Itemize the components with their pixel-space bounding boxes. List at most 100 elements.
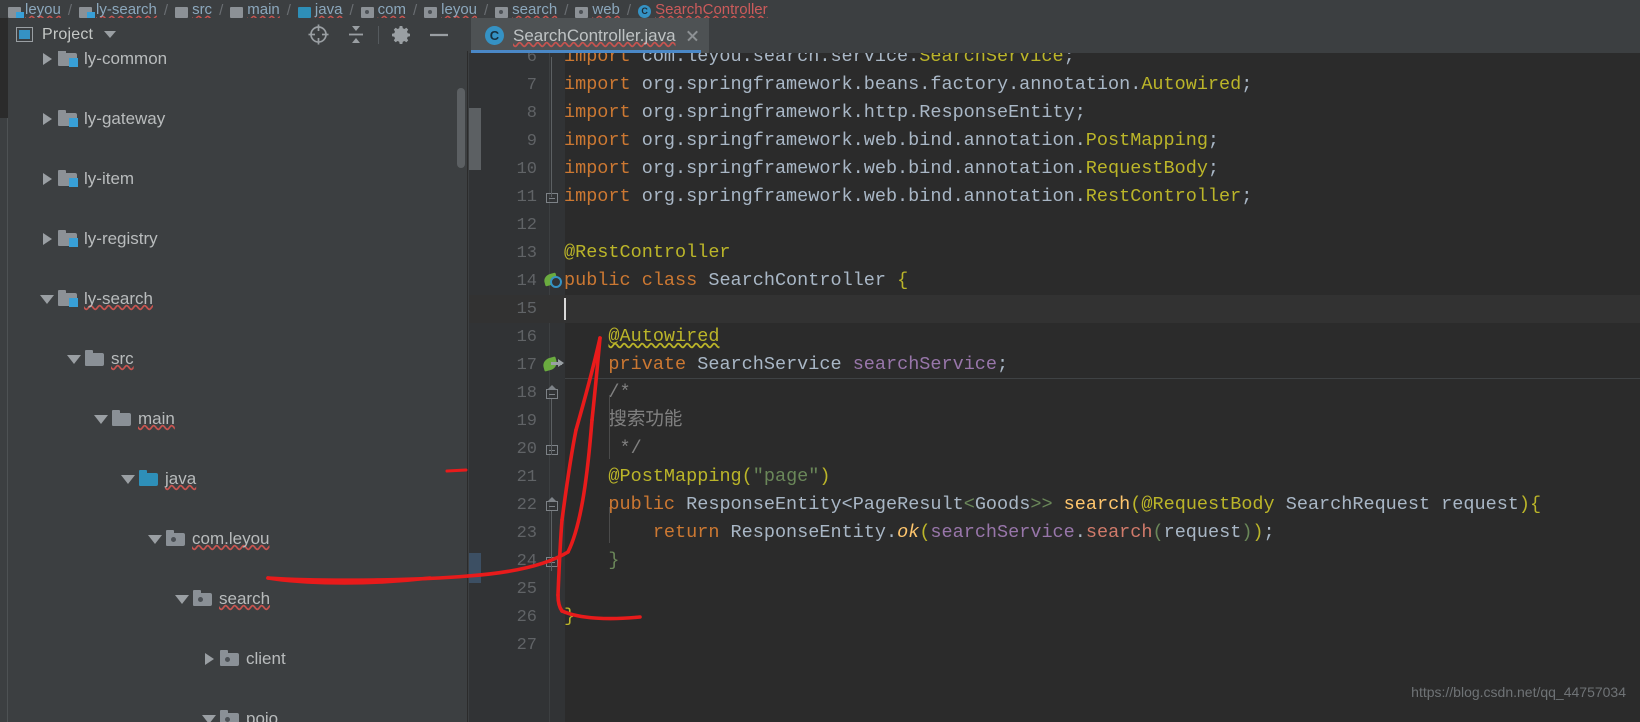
breadcrumb-separator: / xyxy=(626,2,632,18)
tree-node-ly-search[interactable]: ly-search xyxy=(0,283,468,313)
chevron-down-icon[interactable] xyxy=(104,31,117,38)
tree-node-ly-gateway[interactable]: ly-gateway xyxy=(0,103,468,133)
code-line[interactable]: 27 xyxy=(469,631,1640,659)
breadcrumb-separator: / xyxy=(286,2,291,18)
chevron-right-icon[interactable] xyxy=(39,231,54,246)
breadcrumb-item-ly-search[interactable]: ly-search xyxy=(79,0,157,18)
fold-region-line xyxy=(551,57,552,197)
code-line[interactable]: 10 import org.springframework.web.bind.an… xyxy=(469,155,1640,183)
crosshair-target-icon[interactable] xyxy=(299,18,337,51)
tree-node-main[interactable]: main xyxy=(0,403,468,433)
code-line[interactable]: 11 import org.springframework.web.bind.an… xyxy=(469,183,1640,211)
tree-node-src[interactable]: src xyxy=(0,343,468,373)
tree-node-client[interactable]: client xyxy=(0,643,468,673)
project-panel-header: Project xyxy=(0,18,468,51)
text-caret xyxy=(564,298,566,320)
breadcrumb-item-label: leyou xyxy=(441,1,477,18)
project-icon xyxy=(16,27,33,42)
code-line[interactable]: 15 xyxy=(469,295,1640,323)
fold-marker[interactable] xyxy=(544,441,560,457)
close-icon[interactable] xyxy=(685,29,699,43)
breadcrumb-item-web[interactable]: web xyxy=(575,0,620,18)
tree-node-search[interactable]: search xyxy=(0,583,468,613)
autowire-icon[interactable] xyxy=(541,355,564,375)
project-tree-scrollbar[interactable] xyxy=(457,88,465,168)
code-line[interactable]: 26} xyxy=(469,603,1640,631)
chevron-down-icon[interactable] xyxy=(93,411,108,426)
code-line[interactable]: 23 return ResponseEntity.ok(searchServic… xyxy=(469,519,1640,547)
tree-node-pojo[interactable]: pojo xyxy=(0,703,468,722)
breadcrumb-item-search[interactable]: search xyxy=(495,0,557,18)
code-line[interactable]: 22 public ResponseEntity<PageResult<Good… xyxy=(469,491,1640,519)
code-line[interactable]: 14 public class SearchController { xyxy=(469,267,1640,295)
code-line[interactable]: 8 import org.springframework.http.Respons… xyxy=(469,99,1640,127)
line-number: 20 xyxy=(516,439,537,459)
chevron-right-icon[interactable] xyxy=(39,171,54,186)
code-text: import org.springframework.web.bind.anno… xyxy=(564,130,1220,151)
code-line[interactable]: 24 } xyxy=(469,547,1640,575)
code-line[interactable]: 7 import org.springframework.beans.factor… xyxy=(469,71,1640,99)
indent-guide xyxy=(608,395,610,459)
code-text: @Autowired xyxy=(608,326,720,347)
chevron-down-icon[interactable] xyxy=(174,591,189,606)
breadcrumb-item-com[interactable]: com xyxy=(360,0,406,18)
code-line[interactable]: 6 import com.leyou.search.service.SearchS… xyxy=(469,53,1640,71)
breadcrumb-item-leyou[interactable]: leyou xyxy=(424,0,477,18)
toolbar-divider xyxy=(378,25,379,44)
code-line[interactable]: 19 搜索功能 xyxy=(469,407,1640,435)
line-number: 8 xyxy=(526,103,537,123)
tree-node-com-leyou[interactable]: com.leyou xyxy=(0,523,468,553)
collapse-all-icon[interactable] xyxy=(337,18,375,51)
code-line[interactable]: 17 private SearchService searchService; xyxy=(469,351,1640,379)
minimize-icon[interactable] xyxy=(420,18,458,51)
breadcrumb-item-java[interactable]: java xyxy=(297,0,342,18)
fold-marker[interactable] xyxy=(544,385,560,401)
fold-marker[interactable] xyxy=(544,189,560,205)
project-tree[interactable]: ly-common ly-gateway ly-item ly-registry ly-… xyxy=(0,51,468,722)
chevron-down-icon[interactable] xyxy=(39,291,54,306)
code-line[interactable]: 12 xyxy=(469,211,1640,239)
breadcrumb-item-src[interactable]: src xyxy=(175,0,212,18)
chevron-right-icon[interactable] xyxy=(201,651,216,666)
code-line[interactable]: 21 @PostMapping("page") xyxy=(469,463,1640,491)
fold-marker[interactable] xyxy=(544,497,560,513)
code-text: import org.springframework.web.bind.anno… xyxy=(564,158,1220,179)
breadcrumb-item-label: ly-search xyxy=(96,1,157,18)
tree-node-ly-item[interactable]: ly-item xyxy=(0,163,468,193)
tree-node-ly-registry[interactable]: ly-registry xyxy=(0,223,468,253)
code-line[interactable]: 20 */ xyxy=(469,435,1640,463)
chevron-down-icon[interactable] xyxy=(120,471,135,486)
tree-node-java[interactable]: java xyxy=(0,463,468,493)
gear-icon[interactable] xyxy=(382,18,420,51)
code-line[interactable]: 9 import org.springframework.web.bind.ann… xyxy=(469,127,1640,155)
code-line[interactable]: 16 @Autowired xyxy=(469,323,1640,351)
tool-window-edge-top xyxy=(0,18,8,118)
folder-icon xyxy=(112,409,131,426)
spring-bean-icon[interactable] xyxy=(542,271,563,291)
breadcrumb-item-main[interactable]: main xyxy=(230,0,280,18)
folder-icon xyxy=(175,7,189,18)
code-text: } xyxy=(564,606,576,627)
tab-searchcontroller-java[interactable]: C SearchController.java xyxy=(471,18,709,53)
java-class-icon xyxy=(638,5,652,18)
fold-marker[interactable] xyxy=(544,553,560,569)
breadcrumb-item-label: search xyxy=(512,1,558,18)
code-text: import org.springframework.web.bind.anno… xyxy=(564,186,1253,207)
line-number: 27 xyxy=(516,635,537,655)
chevron-down-icon[interactable] xyxy=(66,351,81,366)
code-editor[interactable]: 6 import com.leyou.search.service.SearchS… xyxy=(469,53,1640,722)
chevron-down-icon[interactable] xyxy=(201,711,216,722)
editor-breadcrumb[interactable]: leyou / ly-search / src / main / java / com / leyou /… xyxy=(0,0,1640,18)
breadcrumb-item-searchcontroller[interactable]: SearchController xyxy=(638,0,768,18)
code-line[interactable]: 25 xyxy=(469,575,1640,603)
tree-node-ly-common[interactable]: ly-common xyxy=(0,51,468,73)
chevron-down-icon[interactable] xyxy=(147,531,162,546)
chevron-right-icon[interactable] xyxy=(39,51,54,66)
breadcrumb-item-leyou[interactable]: leyou xyxy=(8,0,61,18)
chevron-right-icon[interactable] xyxy=(39,111,54,126)
code-line[interactable]: 13 @RestController xyxy=(469,239,1640,267)
breadcrumb-separator: / xyxy=(219,2,224,18)
code-line[interactable]: 18 /* xyxy=(469,379,1640,407)
package-folder-icon xyxy=(424,7,438,18)
project-panel-title-group[interactable]: Project xyxy=(16,26,117,44)
